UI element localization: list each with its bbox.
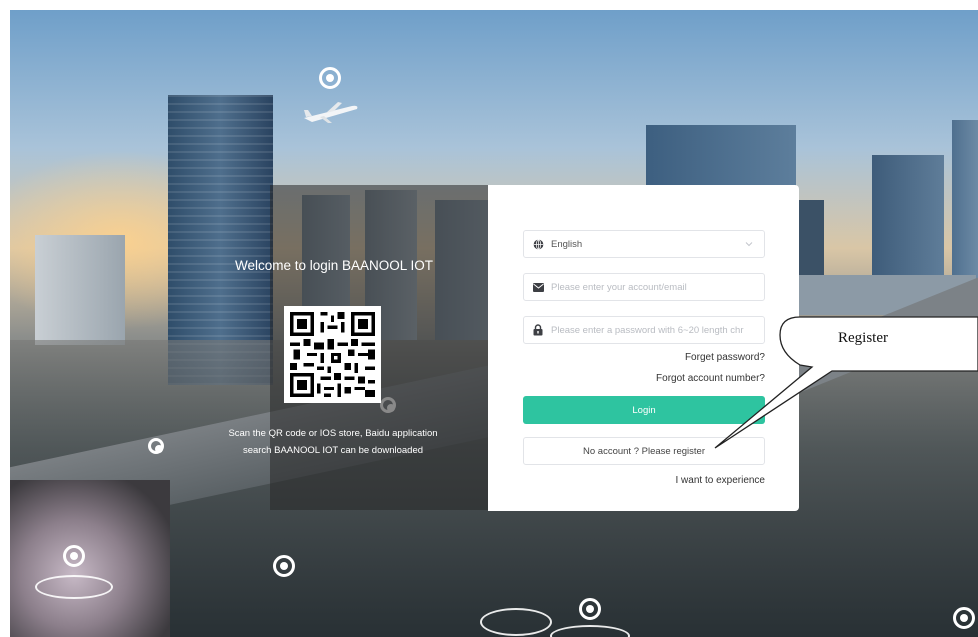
globe-icon (532, 238, 544, 250)
airplane-icon (304, 102, 358, 123)
building (952, 120, 978, 285)
account-input[interactable] (551, 281, 751, 293)
pin-ring (480, 608, 552, 636)
building (796, 200, 824, 280)
register-callout (714, 316, 978, 449)
callout-label: Register (838, 330, 888, 346)
blossom-trees (10, 480, 170, 637)
experience-link[interactable]: I want to experience (676, 475, 766, 486)
welcome-title: Welcome to login BAANOOL IOT (234, 258, 434, 273)
location-pin-icon (579, 598, 601, 620)
location-pin-icon (63, 545, 85, 567)
location-pin-icon (319, 67, 341, 89)
language-value: English (551, 238, 583, 250)
building (872, 155, 944, 280)
location-pin-icon (273, 555, 295, 577)
scan-line: search BAANOOL IOT can be downloaded (242, 445, 424, 456)
scan-line: Scan the QR code or IOS store, Baidu app… (228, 428, 438, 439)
location-pin-icon (953, 607, 975, 629)
location-pin-icon (148, 438, 164, 454)
lock-icon (532, 324, 544, 336)
scan-instructions: Scan the QR code or IOS store, Baidu app… (208, 425, 458, 459)
language-select[interactable]: English (523, 230, 765, 258)
qr-code-icon (284, 306, 381, 403)
building (35, 235, 125, 345)
chevron-down-icon (745, 242, 753, 247)
account-field[interactable] (523, 273, 765, 301)
pin-ring (35, 575, 113, 599)
mail-icon (532, 281, 544, 293)
